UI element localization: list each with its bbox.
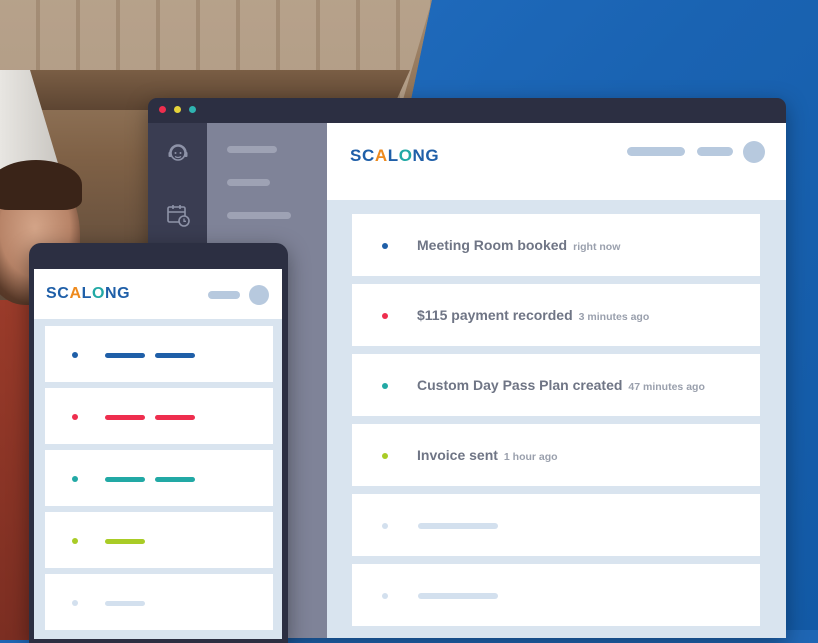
calendar-clock-icon[interactable]	[165, 202, 191, 228]
activity-title-text: Invoice sent	[417, 447, 498, 463]
mobile-scalong-logo[interactable]: SCALONG	[46, 285, 130, 303]
main-header: SCALONG	[327, 123, 786, 200]
item-line	[155, 415, 195, 420]
activity-timestamp: 1 hour ago	[503, 451, 558, 463]
mobile-list-item[interactable]	[45, 326, 273, 382]
close-dot[interactable]	[159, 106, 166, 113]
activity-item[interactable]: Invoice sent 1 hour ago	[352, 424, 760, 486]
activity-title: $115 payment recorded 3 minutes ago	[417, 307, 649, 323]
placeholder-dot	[382, 523, 388, 529]
status-dot	[72, 414, 78, 420]
logo-ring-a: A	[374, 146, 388, 165]
activity-title: Invoice sent 1 hour ago	[417, 447, 558, 463]
placeholder-dot	[382, 593, 388, 599]
item-line	[155, 353, 195, 358]
status-dot	[382, 383, 388, 389]
status-dot	[72, 600, 78, 606]
status-dot	[72, 352, 78, 358]
header-pill-1[interactable]	[627, 147, 685, 156]
mobile-list-item[interactable]	[45, 512, 273, 568]
mobile-list-item[interactable]	[45, 450, 273, 506]
item-line	[105, 477, 145, 482]
activity-title: Meeting Room booked right now	[417, 237, 620, 253]
avatar[interactable]	[743, 141, 765, 163]
item-line	[155, 477, 195, 482]
mobile-list-item[interactable]	[45, 574, 273, 630]
status-dot	[382, 453, 388, 459]
activity-timestamp: right now	[573, 241, 621, 253]
support-agent-icon[interactable]	[165, 141, 191, 167]
item-line	[105, 415, 145, 420]
activity-title: Custom Day Pass Plan created 47 minutes a…	[417, 377, 705, 393]
sidebar-item-3[interactable]	[227, 212, 291, 219]
sidebar-item-1[interactable]	[227, 146, 277, 153]
activity-placeholder-item[interactable]	[352, 494, 760, 556]
window-controls	[159, 106, 196, 113]
activity-timestamp: 47 minutes ago	[628, 381, 705, 393]
status-dot	[382, 243, 388, 249]
zoom-dot[interactable]	[189, 106, 196, 113]
activity-title-text: Meeting Room booked	[417, 237, 568, 253]
status-dot	[72, 538, 78, 544]
status-dot	[382, 313, 388, 319]
placeholder-line	[418, 523, 498, 529]
activity-item[interactable]: Custom Day Pass Plan created 47 minutes a…	[352, 354, 760, 416]
header-pill-2[interactable]	[697, 147, 733, 156]
mobile-screen: SCALONG	[34, 269, 282, 639]
activity-item[interactable]: $115 payment recorded 3 minutes ago	[352, 284, 760, 346]
scalong-logo[interactable]: SCALONG	[350, 146, 439, 166]
activity-title-text: Custom Day Pass Plan created	[417, 377, 623, 393]
activity-timestamp: 3 minutes ago	[578, 311, 650, 323]
mobile-avatar[interactable]	[249, 285, 269, 305]
activity-placeholder-item[interactable]	[352, 564, 760, 626]
sidebar-item-2[interactable]	[227, 179, 270, 186]
mobile-header-pill[interactable]	[208, 291, 240, 299]
status-dot	[72, 476, 78, 482]
minimize-dot[interactable]	[174, 106, 181, 113]
logo-ring-o: O	[398, 146, 413, 165]
placeholder-line	[418, 593, 498, 599]
activity-item[interactable]: Meeting Room booked right now	[352, 214, 760, 276]
placeholder-line	[105, 601, 145, 606]
person-hair	[0, 160, 82, 210]
item-line	[105, 353, 145, 358]
mobile-header: SCALONG	[34, 269, 282, 319]
mobile-list-item[interactable]	[45, 388, 273, 444]
mobile-device: SCALONG	[29, 243, 288, 643]
item-line	[105, 539, 145, 544]
activity-title-text: $115 payment recorded	[417, 307, 573, 323]
main-panel: SCALONG Meeting Room booked right now $115…	[327, 123, 786, 638]
